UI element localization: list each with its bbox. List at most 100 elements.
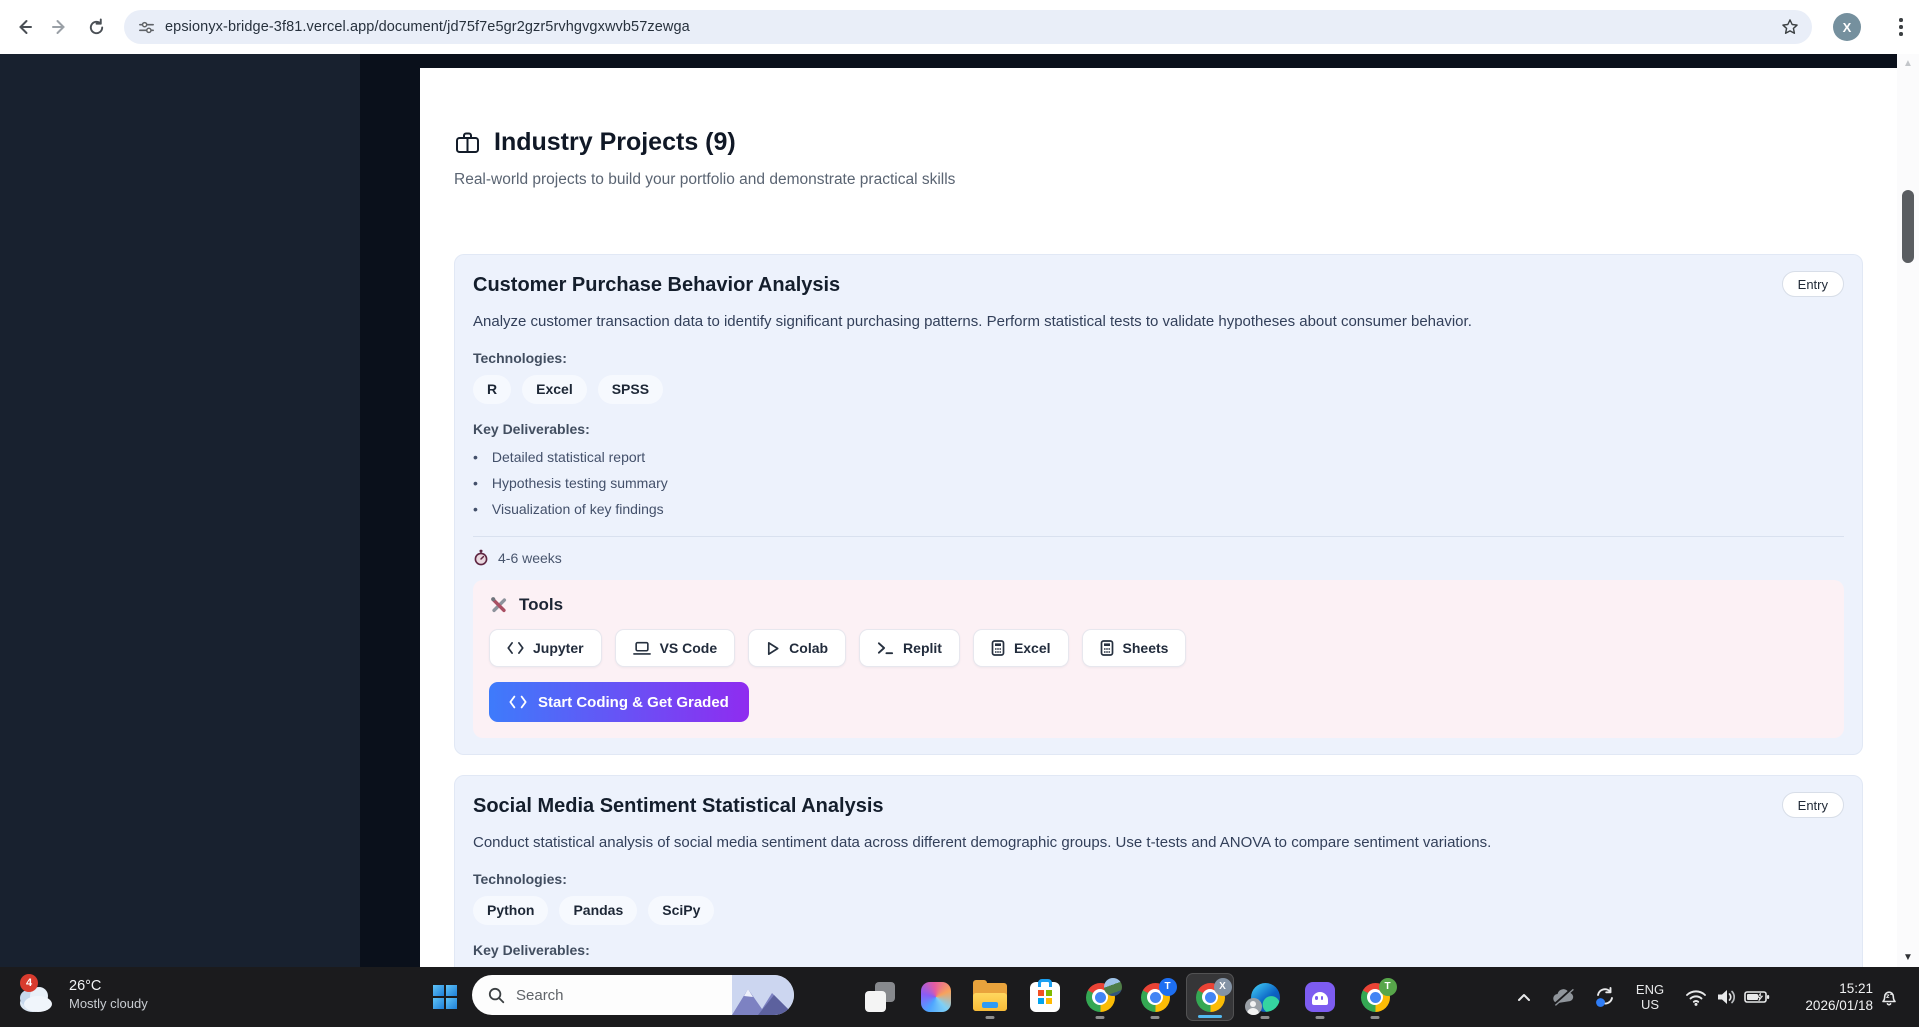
forward-icon [52,20,65,34]
scroll-up-arrow[interactable]: ▲ [1897,58,1919,69]
card-divider [473,536,1844,537]
tech-tag: SciPy [648,896,715,925]
chrome-profile3-button-active[interactable]: X [1186,973,1234,1021]
language-switcher[interactable]: ENG US [1630,967,1670,1027]
chrome-profile2-button[interactable]: T [1131,973,1179,1021]
task-view-button[interactable] [856,973,904,1021]
windows-logo-icon [433,985,457,1009]
chrome-icon: T [1360,977,1397,1012]
deliverables-list: • Detailed statistical report • Hypothesis… [473,446,1844,520]
tool-buttons-row: Jupyter VS Code Colab Replit Excel Sheet… [489,629,1828,667]
sheets-button[interactable]: Sheets [1081,629,1187,667]
taskbar-search[interactable]: Search [472,975,794,1015]
battery-icon [1744,991,1770,1003]
reload-button[interactable] [82,13,110,41]
address-bar[interactable]: epsionyx-bridge-3f81.vercel.app/document… [124,10,1812,44]
deliverables-label: Key Deliverables: [473,421,590,437]
tools-panel: Tools Jupyter VS Code Colab Replit Excel… [473,580,1844,738]
page-background-strip [420,54,1897,68]
tech-tag: Python [473,896,549,925]
microsoft-store-button[interactable] [1021,973,1069,1021]
level-badge: Entry [1781,271,1844,297]
edge-button[interactable] [1241,973,1289,1021]
technologies-label: Technologies: [473,871,567,887]
project-duration: 4-6 weeks [473,549,1844,566]
temperature: 26°C [69,977,102,994]
wifi-icon [1686,990,1706,1006]
site-settings-icon[interactable] [138,19,155,36]
document-panel: Industry Projects (9) Real-world project… [420,68,1897,967]
volume-button[interactable] [1712,967,1740,1027]
keyboard-layout: US [1640,997,1660,1012]
weather-condition: Mostly cloudy [69,995,148,1011]
profile-letter-badge: X [1213,977,1232,996]
clock-widget[interactable]: 15:21 2026/01/18 [1777,967,1873,1027]
profile-photo-badge [1103,977,1122,996]
update-sync-button[interactable] [1589,967,1621,1027]
date-text: 2026/01/18 [1805,998,1873,1013]
tech-tag: Pandas [559,896,638,925]
windows-taskbar: 4 26°C Mostly cloudy Search T X T ENG US… [0,967,1919,1027]
tray-expand-button[interactable] [1510,967,1538,1027]
project-card: Customer Purchase Behavior Analysis Entr… [454,254,1863,755]
colab-button[interactable]: Colab [748,629,847,667]
excel-button[interactable]: Excel [972,629,1069,667]
project-description: Analyze customer transaction data to ide… [473,313,1472,330]
chrome-profile4-button[interactable]: T [1351,973,1399,1021]
tools-icon [491,597,507,613]
page-subtitle: Real-world projects to build your portfo… [454,171,956,188]
tech-tag: Excel [522,375,587,404]
bell-sleep-icon: z z [1882,991,1896,1006]
briefcase-icon [456,132,479,153]
start-coding-button[interactable]: Start Coding & Get Graded [489,682,749,722]
profile-avatar[interactable]: X [1833,13,1861,41]
wifi-button[interactable] [1682,967,1710,1027]
calculator-icon [991,640,1005,656]
project-title: Social Media Sentiment Statistical Analy… [473,795,884,817]
replit-button[interactable]: Replit [859,629,960,667]
task-view-icon [865,982,895,1012]
copilot-button[interactable] [912,973,960,1021]
calculator-icon [1100,640,1113,656]
file-explorer-button[interactable] [966,973,1014,1021]
browser-scrollbar[interactable]: ▲ ▼ [1897,54,1919,967]
tech-tag: SPSS [597,375,664,404]
scroll-down-arrow[interactable]: ▼ [1897,952,1919,963]
code-icon [507,642,524,654]
notifications-button[interactable]: z z [1874,967,1904,1027]
weather-alert-badge: 4 [20,974,38,992]
reload-icon [89,17,103,34]
jupyter-button[interactable]: Jupyter [489,629,602,667]
scrollbar-thumb[interactable] [1902,190,1914,263]
page-title: Industry Projects (9) [494,128,736,156]
speaker-icon [1717,990,1735,1004]
section-header: Industry Projects (9) [454,128,1863,157]
language-code: ENG [1635,982,1665,997]
sidebar-shadow [360,54,420,967]
app-sidebar [0,54,360,967]
onedrive-status-button[interactable] [1548,967,1578,1027]
technology-tags: R Excel SPSS [473,375,1844,404]
tech-tag: R [473,375,512,404]
vscode-button[interactable]: VS Code [614,629,736,667]
copilot-icon [921,982,951,1012]
ghost-icon [1305,982,1335,1012]
page-viewport: Industry Projects (9) Real-world project… [0,54,1919,967]
back-button[interactable] [10,13,38,41]
bookmark-star-icon[interactable] [1780,17,1800,37]
edge-icon [1244,982,1280,1015]
microsoft-store-icon [1030,979,1060,1012]
weather-widget[interactable]: 4 26°C Mostly cloudy [14,974,148,1014]
chrome-profile1-button[interactable] [1076,973,1124,1021]
browser-menu-button[interactable] [1893,14,1909,40]
url-text: epsionyx-bridge-3f81.vercel.app/document… [165,19,690,35]
search-placeholder: Search [516,986,564,1004]
technologies-label: Technologies: [473,350,567,366]
start-button[interactable] [421,973,469,1021]
technology-tags: Python Pandas SciPy [473,896,1844,925]
phantom-wallet-button[interactable] [1296,973,1344,1021]
forward-button[interactable] [46,13,74,41]
project-title: Customer Purchase Behavior Analysis [473,274,841,296]
code-icon [509,695,527,709]
battery-button[interactable] [1742,967,1772,1027]
